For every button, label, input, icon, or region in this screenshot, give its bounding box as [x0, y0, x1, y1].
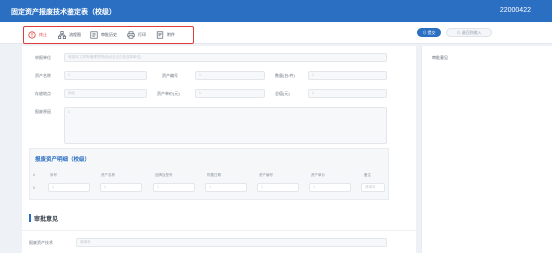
submit-button[interactable]: ⊙ 提交	[417, 28, 441, 37]
quantity-label: 数量(台/件)	[275, 73, 295, 78]
print-button[interactable]: 打印	[127, 30, 146, 40]
table-header: 资产名称	[101, 173, 115, 177]
attachment-button[interactable]: 附件	[156, 30, 175, 40]
asset-no-label: 资产编号	[162, 73, 178, 78]
history-button[interactable]: 审批历史	[90, 30, 117, 40]
reason-textarea[interactable]: 1	[64, 107, 387, 144]
table-header: #	[33, 173, 35, 177]
location-label: 存放地点	[35, 91, 51, 96]
table-header: 购置日期	[207, 173, 221, 177]
attachment-icon	[156, 31, 164, 39]
table-header: 资产单价	[311, 173, 325, 177]
asset-name-field[interactable]: 1	[64, 71, 147, 80]
reason-label: 报废原因	[35, 109, 51, 114]
tech-opinion-label: 报废资产技术	[29, 240, 53, 245]
asset-name-label: 资产名称	[35, 73, 51, 78]
page-title: 固定资产报废技术鉴定表（校级）	[11, 9, 116, 16]
table-cell-input[interactable]: 1	[309, 183, 351, 192]
total-field[interactable]: 1	[308, 89, 387, 98]
table-header: 资产编号	[259, 173, 273, 177]
print-label: 打印	[138, 32, 146, 37]
attachment-label: 附件	[167, 32, 175, 37]
quantity-field[interactable]: 1	[308, 71, 387, 80]
section-accent-bar	[29, 214, 31, 222]
flowchart-button[interactable]: 流程图	[58, 30, 81, 40]
table-header: 品牌及型号	[155, 173, 173, 177]
table-header: 序号	[50, 173, 57, 177]
flowchart-icon	[58, 31, 66, 39]
unit-price-field[interactable]: 1	[195, 89, 265, 98]
terminate-button[interactable]: 终止	[28, 30, 47, 40]
tech-opinion-field[interactable]: 请填写	[76, 238, 387, 247]
flowchart-label: 流程图	[69, 32, 81, 37]
approval-sidebar: 审批意见	[421, 46, 552, 253]
terminate-label: 终止	[39, 32, 47, 37]
return-to-input-button[interactable]: ⊙ 退回到输入	[446, 28, 492, 37]
unit-price-label: 资产单价(元)	[157, 91, 180, 96]
table-remark-input[interactable]: 请填写	[361, 183, 385, 192]
section-divider	[22, 230, 416, 231]
history-label: 审批历史	[101, 32, 117, 37]
detail-table-title: 报废资产明细（校级）	[35, 157, 91, 163]
history-icon	[90, 31, 98, 39]
table-cell-input[interactable]: 1	[100, 183, 142, 192]
stop-circle-icon	[28, 31, 36, 39]
asset-no-field[interactable]: 1	[195, 71, 265, 80]
table-cell-input[interactable]: 1	[153, 183, 195, 192]
apply-unit-label: 申报单位	[35, 55, 51, 60]
table-row-index: 1	[33, 186, 35, 190]
document-number: 22000422	[499, 7, 531, 14]
table-header: 备注	[364, 173, 371, 177]
apply-unit-field[interactable]: 请选择工学院/管理学院(请点击空白处选择单位)	[64, 53, 387, 62]
total-label: 总值(元)	[275, 91, 290, 96]
table-cell-input[interactable]: 1	[257, 183, 299, 192]
table-cell-input[interactable]: 1	[205, 183, 247, 192]
opinion-section-title: 审批意见	[34, 217, 59, 223]
location-field[interactable]: 地址	[64, 89, 147, 98]
title-bar: 固定资产报废技术鉴定表（校级） 22000422	[0, 0, 552, 22]
sidebar-label: 审批意见	[432, 55, 448, 60]
printer-icon	[127, 31, 135, 39]
table-cell-input[interactable]: 1	[48, 183, 90, 192]
